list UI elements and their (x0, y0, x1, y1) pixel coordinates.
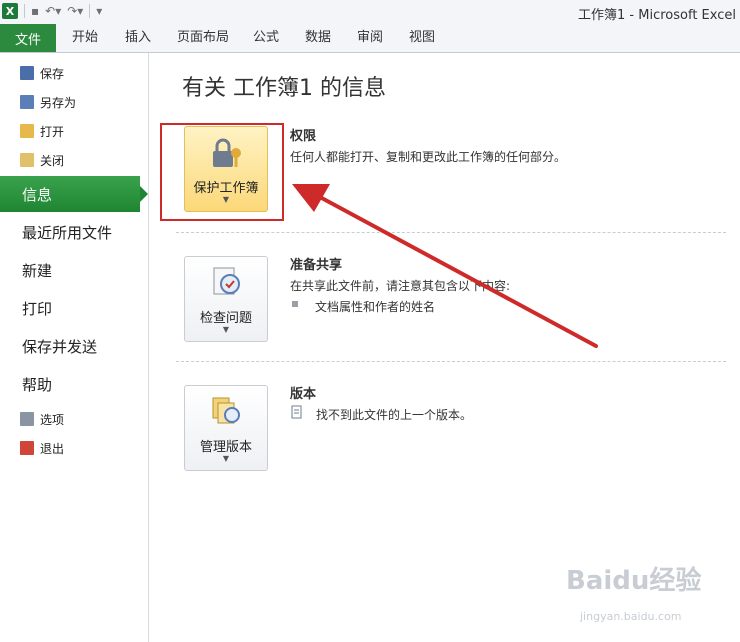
annotation-arrow (292, 184, 598, 348)
watermark-logo: Baidu经验 (566, 566, 702, 596)
watermark-url: jingyan.baidu.com (580, 610, 682, 623)
